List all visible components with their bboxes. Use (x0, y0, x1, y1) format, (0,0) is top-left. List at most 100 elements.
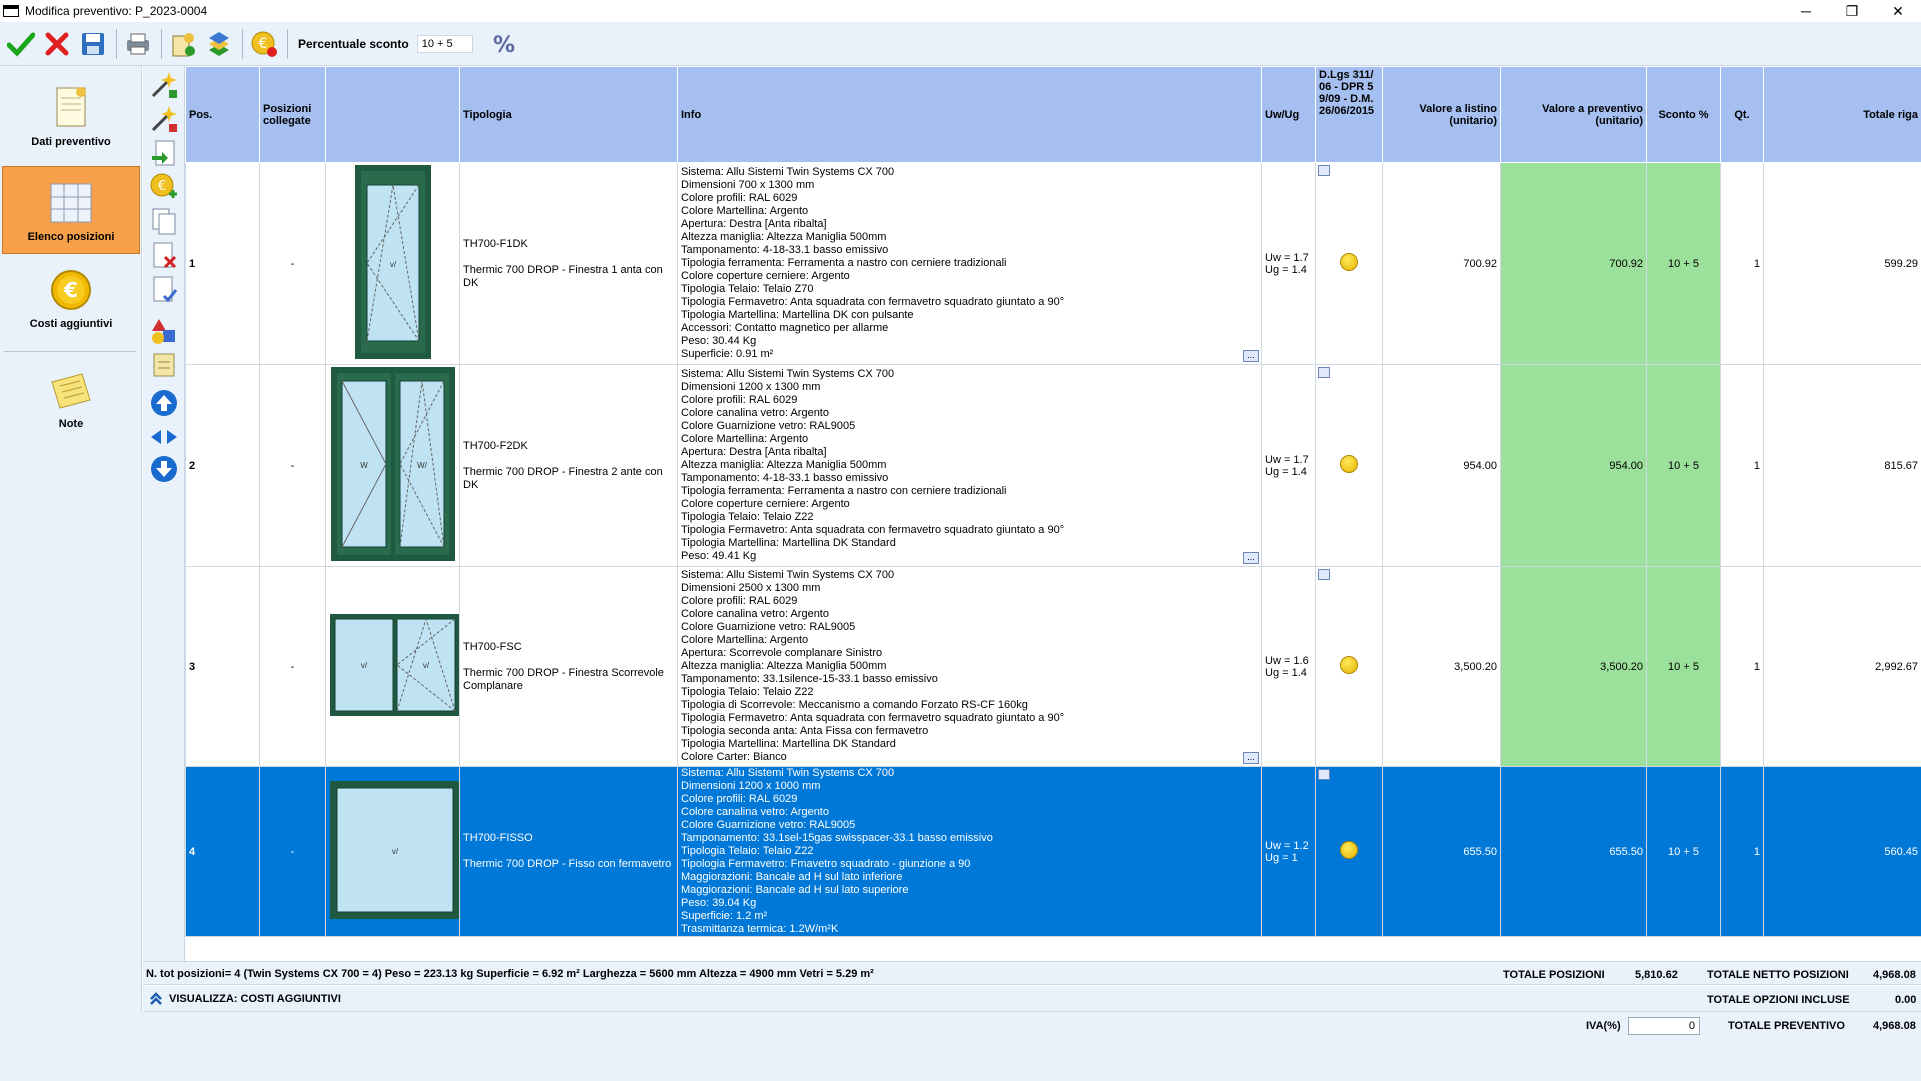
cell-preventivo[interactable]: 655.50 (1500, 766, 1647, 937)
table-row-selected[interactable]: 4 - v/ TH700-FISSO Thermic 700 DROP - Fi… (185, 766, 1921, 937)
sash-label: W/ (417, 461, 428, 470)
cell-uwug: Uw = 1.2 Ug = 1 (1261, 766, 1316, 937)
calculate-button[interactable] (166, 26, 200, 62)
price-position-button[interactable]: € (147, 170, 181, 204)
print-button[interactable] (121, 26, 155, 62)
restore-button[interactable]: ❐ (1829, 0, 1875, 22)
col-header-tipologia[interactable]: Tipologia (459, 66, 678, 163)
table-row[interactable]: 3 - v/ v/ TH700-FSC Thermic 700 DROP - F… (185, 566, 1921, 767)
col-header-sconto[interactable]: Sconto % (1646, 66, 1721, 163)
table-row[interactable]: 2 - W W/ TH700-F2DK Thermic 700 DROP - F… (185, 364, 1921, 567)
summary-bar: N. tot posizioni= 4 (Twin Systems CX 700… (143, 961, 1921, 985)
nav-item-costi-aggiuntivi[interactable]: € Costi aggiuntivi (2, 262, 140, 336)
cancel-button[interactable] (40, 26, 74, 62)
iva-input[interactable]: 0 (1628, 1017, 1700, 1035)
shapes-icon (152, 319, 175, 344)
check-position-button[interactable] (147, 272, 181, 306)
cell-sconto[interactable]: 10 + 5 (1646, 766, 1721, 937)
price-button[interactable]: € (247, 26, 281, 62)
totale-preventivo-value: 4,968.08 (1873, 1020, 1916, 1032)
col-header-listino[interactable]: Valore a listino (unitario) (1382, 66, 1501, 163)
copy-icon (152, 208, 176, 235)
visualizza-costi-toggle[interactable]: VISUALIZZA: COSTI AGGIUNTIVI (149, 992, 341, 1006)
edit-position-button[interactable] (147, 102, 181, 136)
col-header-preventivo[interactable]: Valore a preventivo (unitario) (1500, 66, 1647, 163)
discount-label: Percentuale sconto (298, 36, 409, 51)
more-info-button[interactable]: ... (1243, 552, 1259, 564)
nav-item-dati-preventivo[interactable]: Dati preventivo (2, 74, 140, 154)
cell-image: W W/ (325, 364, 460, 567)
cell-totale: 599.29 (1763, 162, 1921, 365)
col-header-linked[interactable]: Posizioni collegate (259, 66, 326, 163)
col-header-totale[interactable]: Totale riga (1763, 66, 1921, 163)
notes-position-button[interactable] (147, 348, 181, 382)
col-header-uwug[interactable]: Uw/Ug (1261, 66, 1316, 163)
compliance-detail-icon[interactable] (1318, 769, 1330, 780)
cell-qt: 1 (1720, 364, 1764, 567)
sash-label: v/ (423, 661, 430, 670)
cell-sconto[interactable]: 10 + 5 (1646, 566, 1721, 767)
compliance-detail-icon[interactable] (1318, 367, 1330, 378)
cell-listino: 3,500.20 (1382, 566, 1501, 767)
printer-icon (127, 33, 149, 54)
save-button[interactable] (76, 26, 110, 62)
stack-button[interactable] (202, 26, 236, 62)
product-description: Thermic 700 DROP - Finestra 1 anta con D… (463, 263, 663, 289)
product-description: Thermic 700 DROP - Finestra 2 ante con D… (463, 465, 663, 491)
table-row[interactable]: 1 - v/ TH700-F1DK Thermic 700 DROP - Fin… (185, 162, 1921, 365)
cell-linked: - (259, 364, 326, 567)
cell-qt: 1 (1720, 566, 1764, 767)
nav-item-elenco-posizioni[interactable]: Elenco posizioni (2, 166, 140, 254)
col-header-pos[interactable]: Pos. (185, 66, 260, 163)
confirm-button[interactable] (4, 26, 38, 62)
move-down-button[interactable] (147, 452, 181, 486)
add-position-button[interactable] (147, 68, 181, 102)
delete-position-button[interactable] (147, 238, 181, 272)
cell-preventivo[interactable]: 954.00 (1500, 364, 1647, 567)
window-fixed-drawing: v/ (330, 781, 459, 919)
toolbar: € Percentuale sconto 10 + 5 % (0, 22, 1921, 66)
totale-preventivo-label: TOTALE PREVENTIVO (1728, 1020, 1845, 1032)
document-import-icon (152, 140, 175, 166)
toolbar-separator (161, 28, 162, 59)
stacked-coins-icon (209, 31, 229, 56)
cell-tipologia: TH700-F1DK Thermic 700 DROP - Finestra 1… (459, 162, 678, 365)
apply-discount-button[interactable]: % (487, 26, 521, 62)
visualizza-label: VISUALIZZA: COSTI AGGIUNTIVI (169, 993, 341, 1005)
opzioni-value: 0.00 (1895, 994, 1917, 1006)
swap-button[interactable] (147, 420, 181, 454)
compliance-detail-icon[interactable] (1318, 165, 1330, 176)
move-up-button[interactable] (147, 386, 181, 420)
shapes-button[interactable] (147, 314, 181, 348)
col-header-info[interactable]: Info (677, 66, 1262, 163)
nav-item-note[interactable]: Note (2, 362, 140, 434)
magic-wand-add-icon (151, 72, 177, 98)
uw-value: Uw = 1.6 (1265, 654, 1309, 667)
ug-value: Ug = 1.4 (1265, 465, 1307, 478)
cell-image: v/ v/ (325, 566, 460, 767)
copy-position-button[interactable] (147, 204, 181, 238)
more-info-button[interactable]: ... (1243, 350, 1259, 362)
cell-sconto[interactable]: 10 + 5 (1646, 364, 1721, 567)
product-description: Thermic 700 DROP - Finestra Scorrevole C… (463, 666, 664, 692)
discount-input[interactable]: 10 + 5 (416, 34, 473, 53)
cell-totale: 560.45 (1763, 766, 1921, 937)
cell-pos: 4 (185, 766, 260, 937)
nav-label: Dati preventivo (31, 136, 111, 148)
minimize-button[interactable]: ─ (1783, 0, 1829, 22)
close-window-button[interactable]: ✕ (1875, 0, 1921, 22)
cell-preventivo[interactable]: 700.92 (1500, 162, 1647, 365)
opzioni-label: TOTALE OPZIONI INCLUSE (1707, 994, 1850, 1006)
magic-wand-edit-icon (151, 106, 177, 132)
compliance-detail-icon[interactable] (1318, 569, 1330, 580)
svg-text:€: € (158, 179, 166, 194)
cell-linked: - (259, 566, 326, 767)
col-header-dlgs[interactable]: D.Lgs 311/06 - DPR 59/09 - D.M. 26/06/20… (1315, 66, 1383, 163)
import-button[interactable] (147, 136, 181, 170)
col-header-image[interactable] (325, 66, 460, 163)
cell-sconto[interactable]: 10 + 5 (1646, 162, 1721, 365)
cell-preventivo[interactable]: 3,500.20 (1500, 566, 1647, 767)
col-header-qt[interactable]: Qt. (1720, 66, 1764, 163)
more-info-button[interactable]: ... (1243, 752, 1259, 764)
euro-coin-icon: € (51, 270, 91, 310)
